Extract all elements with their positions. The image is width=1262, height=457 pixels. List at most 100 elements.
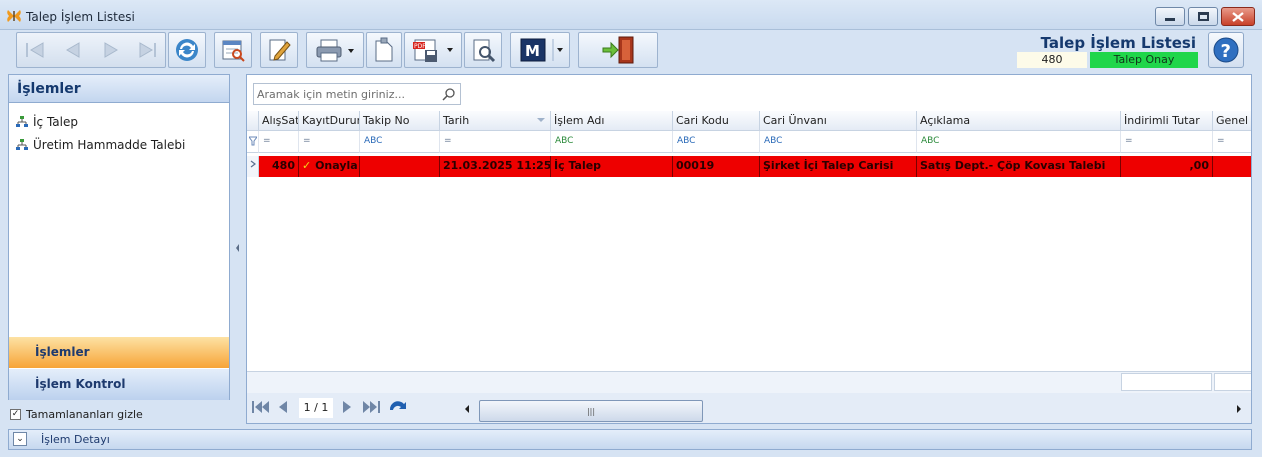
checkbox-checked-icon: ✓ bbox=[10, 409, 21, 420]
record-count: 480 bbox=[1017, 52, 1087, 68]
refresh-icon bbox=[176, 39, 198, 61]
clipboard-button[interactable] bbox=[366, 32, 402, 68]
table-cell-tarih[interactable]: 21.03.2025 11:25:0 bbox=[440, 156, 551, 177]
filter-cell-genel-tutar[interactable]: = bbox=[1213, 131, 1251, 153]
edit-icon bbox=[269, 39, 291, 61]
edit-button[interactable] bbox=[260, 32, 298, 68]
first-record-button[interactable] bbox=[16, 32, 54, 68]
pdf-export-icon: PDF bbox=[413, 39, 453, 62]
column-header-genel-tutar[interactable]: Genel T bbox=[1213, 111, 1251, 131]
filter-cell-tarih[interactable]: = bbox=[440, 131, 551, 153]
clipboard-icon bbox=[375, 37, 393, 62]
column-header-alis-satis[interactable]: AlışSatış bbox=[259, 111, 299, 131]
table-cell-genel-tutar[interactable] bbox=[1213, 156, 1251, 177]
summary-footer-row bbox=[247, 371, 1251, 393]
close-button[interactable] bbox=[1221, 7, 1255, 26]
filter-row-icon bbox=[247, 131, 259, 153]
previous-record-button[interactable] bbox=[54, 32, 92, 68]
detail-bar[interactable]: ⌄ İşlem Detayı bbox=[8, 429, 1252, 450]
table-cell-kayit-durum[interactable]: ✓ Onayla bbox=[299, 156, 360, 177]
m-report-button[interactable]: M bbox=[510, 32, 570, 68]
search-input[interactable]: Aramak için metin giriniz... bbox=[253, 83, 461, 105]
tree-item-uretim-hammadde-talebi[interactable]: Üretim Hammadde Talebi bbox=[15, 138, 185, 152]
filter-cell-indirimli-tutar[interactable]: = bbox=[1121, 131, 1213, 153]
column-header-takip-no[interactable]: Takip No bbox=[360, 111, 440, 131]
next-record-button[interactable] bbox=[92, 32, 130, 68]
filter-cell-islem-adi[interactable]: ABC bbox=[551, 131, 673, 153]
title-bar: Talep İşlem Listesi bbox=[0, 0, 1262, 30]
column-header-tarih[interactable]: Tarih bbox=[440, 111, 551, 131]
expand-chevron-icon[interactable]: ⌄ bbox=[13, 432, 27, 446]
filter-cell-kayit-durum[interactable]: = bbox=[299, 131, 360, 153]
first-page-icon[interactable] bbox=[251, 400, 271, 414]
column-header-cari-unvani[interactable]: Cari Ünvanı bbox=[760, 111, 917, 131]
butterfly-logo-icon bbox=[7, 10, 21, 22]
search-icon bbox=[442, 88, 455, 101]
tree-item-ic-talep[interactable]: İç Talep bbox=[15, 115, 78, 129]
last-page-icon[interactable] bbox=[361, 400, 381, 414]
exit-door-icon bbox=[602, 36, 634, 64]
hide-completed-checkbox[interactable]: ✓ Tamamlananları gizle bbox=[10, 408, 143, 421]
column-header-indicator bbox=[247, 111, 259, 131]
table-cell-indirimli-tutar[interactable]: ,00 bbox=[1121, 156, 1213, 177]
print-button[interactable] bbox=[306, 32, 364, 68]
svg-text:PDF: PDF bbox=[414, 43, 426, 50]
filter-cell-cari-unvani[interactable]: ABC bbox=[760, 131, 917, 153]
maximize-icon bbox=[1197, 12, 1209, 21]
nav-islemler[interactable]: İşlemler bbox=[9, 337, 229, 368]
svg-text:M: M bbox=[525, 42, 540, 60]
m-report-icon: M bbox=[520, 38, 563, 62]
settings-icon bbox=[473, 39, 496, 63]
column-header-kayit-durum[interactable]: KayıtDurum bbox=[299, 111, 360, 131]
last-record-icon bbox=[139, 42, 156, 58]
row-selector[interactable] bbox=[247, 156, 259, 177]
maximize-button[interactable] bbox=[1188, 7, 1218, 26]
pdf-export-button[interactable]: PDF bbox=[404, 32, 462, 68]
search-placeholder: Aramak için metin giriniz... bbox=[257, 88, 405, 101]
previous-page-icon[interactable] bbox=[277, 400, 289, 414]
previous-record-icon bbox=[66, 42, 80, 58]
panel-splitter[interactable] bbox=[233, 74, 243, 424]
table-cell-islem-adi[interactable]: İç Talep bbox=[551, 156, 673, 177]
refresh-button[interactable] bbox=[168, 32, 206, 68]
scroll-left-icon[interactable] bbox=[463, 404, 471, 414]
horizontal-scrollbar[interactable]: ||| bbox=[463, 398, 1243, 422]
scroll-right-icon[interactable] bbox=[1235, 404, 1243, 414]
exit-button[interactable] bbox=[578, 32, 658, 68]
scrollbar-thumb[interactable]: ||| bbox=[479, 400, 703, 422]
settings-button[interactable] bbox=[464, 32, 502, 68]
detail-bar-label: İşlem Detayı bbox=[41, 433, 110, 446]
checkmark-icon: ✓ bbox=[302, 159, 312, 172]
column-header-cari-kodu[interactable]: Cari Kodu bbox=[673, 111, 760, 131]
next-record-icon bbox=[104, 42, 118, 58]
filter-cell-cari-kodu[interactable]: ABC bbox=[673, 131, 760, 153]
status-badge: Talep Onay bbox=[1090, 52, 1198, 68]
help-button[interactable]: ? bbox=[1208, 32, 1244, 68]
filter-cell-takip-no[interactable]: ABC bbox=[360, 131, 440, 153]
left-panel: İşlemler İç Talep Üretim Hammadde Talebi… bbox=[8, 74, 230, 400]
minimize-icon bbox=[1165, 18, 1175, 21]
column-header-indirimli-tutar[interactable]: İndirimli Tutar bbox=[1121, 111, 1213, 131]
next-page-icon[interactable] bbox=[341, 400, 353, 414]
column-header-tarih-label: Tarih bbox=[443, 114, 470, 127]
table-cell-cari-kodu[interactable]: 00019 bbox=[673, 156, 760, 177]
preview-button[interactable] bbox=[214, 32, 252, 68]
page-number: 1 / 1 bbox=[299, 398, 333, 418]
refresh-page-icon[interactable] bbox=[387, 398, 409, 416]
column-header-islem-adi[interactable]: İşlem Adı bbox=[551, 111, 673, 131]
last-record-button[interactable] bbox=[130, 32, 166, 68]
table-cell-aciklama[interactable]: Satış Dept.- Çöp Kovası Talebi bbox=[917, 156, 1121, 177]
table-cell-cari-unvani[interactable]: Şirket İçi Talep Carisi bbox=[760, 156, 917, 177]
window-title: Talep İşlem Listesi bbox=[26, 10, 135, 24]
print-icon bbox=[316, 39, 354, 62]
svg-text:?: ? bbox=[1221, 41, 1231, 62]
filter-funnel-icon bbox=[248, 136, 258, 146]
filter-cell-alis-satis[interactable]: = bbox=[259, 131, 299, 153]
table-cell-takip-no[interactable] bbox=[360, 156, 440, 177]
table-cell-alis-satis[interactable]: 480 bbox=[259, 156, 299, 177]
row-pointer-icon bbox=[250, 160, 256, 168]
column-header-aciklama[interactable]: Açıklama bbox=[917, 111, 1121, 131]
filter-cell-aciklama[interactable]: ABC bbox=[917, 131, 1121, 153]
minimize-button[interactable] bbox=[1155, 7, 1185, 26]
nav-islem-kontrol[interactable]: İşlem Kontrol bbox=[9, 369, 229, 400]
